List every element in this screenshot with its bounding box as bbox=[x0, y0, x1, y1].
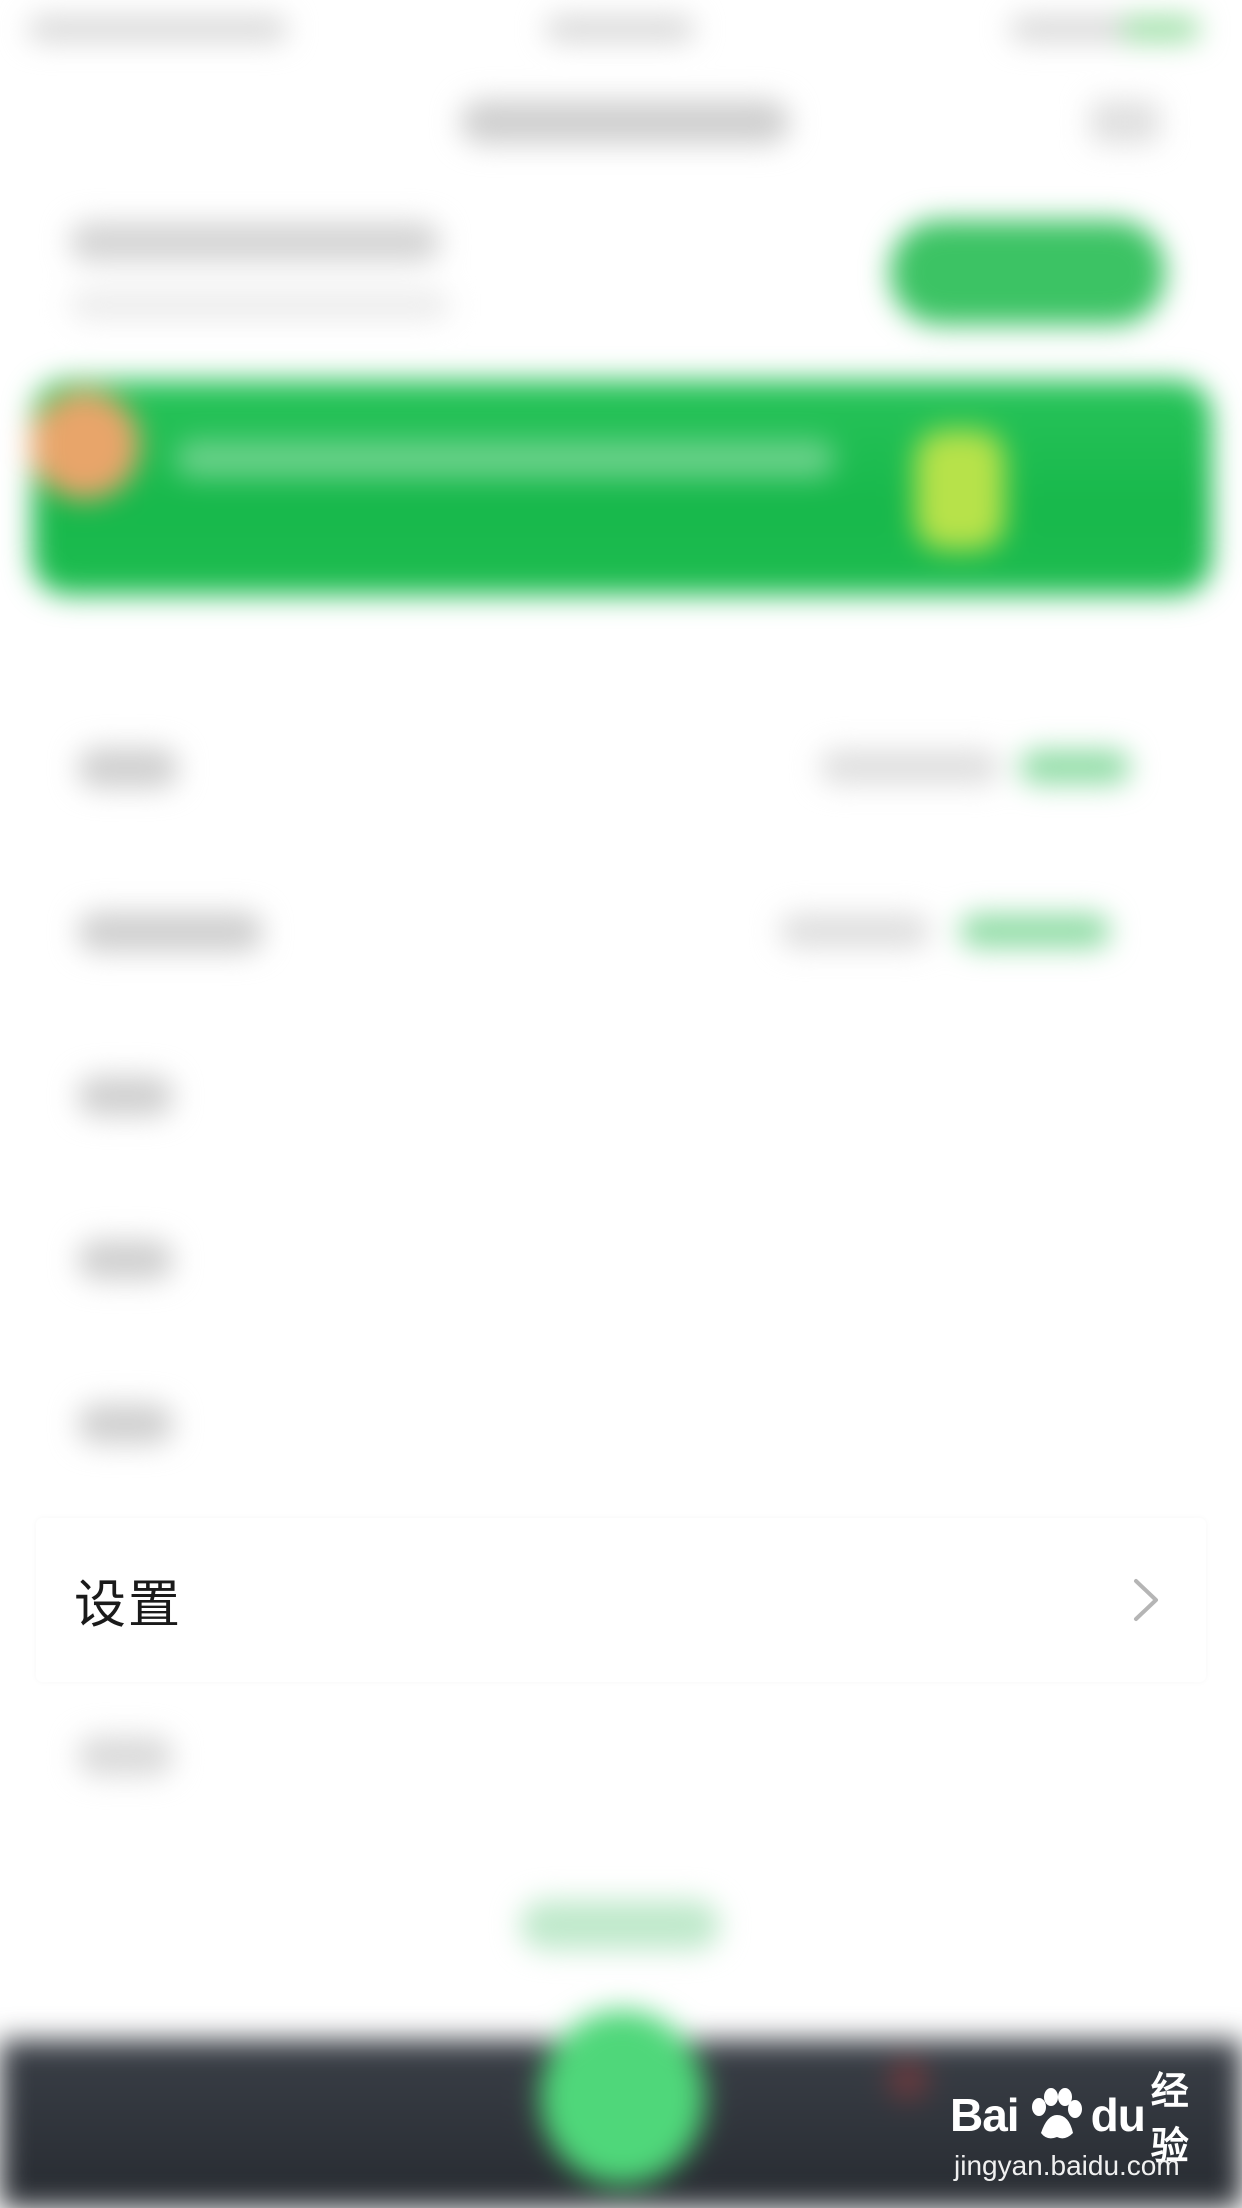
account-subtitle-blurred bbox=[70, 290, 450, 320]
menu-value-blurred bbox=[780, 914, 930, 948]
watermark-brand-text: Bai bbox=[950, 2089, 1020, 2141]
menu-label-blurred bbox=[78, 1240, 173, 1280]
nav-more-icon[interactable] bbox=[1090, 100, 1160, 144]
menu-row[interactable] bbox=[0, 1040, 1242, 1160]
watermark-logo: Bai du 经验 bbox=[950, 2069, 1220, 2168]
menu-row[interactable] bbox=[0, 1204, 1242, 1324]
banner-text-blurred bbox=[175, 440, 835, 478]
watermark-brand-suffix: du bbox=[1090, 2089, 1146, 2141]
screen: 设置 Bai du 经验 jingyan.baidu.com bbox=[0, 0, 1242, 2208]
chevron-right-icon bbox=[1128, 1575, 1164, 1625]
banner-figure-icon bbox=[915, 430, 1005, 550]
settings-label: 设置 bbox=[74, 1575, 183, 1636]
watermark-url: jingyan.baidu.com bbox=[954, 2150, 1180, 2181]
bottom-pill-blurred[interactable] bbox=[520, 1900, 720, 1950]
baidu-jingyan-watermark: Bai du 经验 jingyan.baidu.com bbox=[950, 2069, 1220, 2190]
menu-row[interactable] bbox=[0, 712, 1242, 832]
status-bar-left bbox=[28, 16, 288, 42]
menu-label-blurred bbox=[78, 1076, 173, 1116]
promo-banner[interactable] bbox=[32, 380, 1212, 595]
menu-row[interactable] bbox=[0, 876, 1242, 996]
menu-label-blurred bbox=[78, 748, 178, 788]
status-bar bbox=[0, 0, 1242, 64]
status-bar-right bbox=[1010, 16, 1200, 42]
settings-menu-item[interactable]: 设置 bbox=[36, 1518, 1206, 1682]
menu-label-blurred bbox=[78, 912, 263, 952]
account-name-blurred bbox=[70, 222, 440, 262]
menu-value-green-blurred bbox=[1020, 750, 1130, 784]
menu-row[interactable] bbox=[0, 1368, 1242, 1488]
menu-value-green-blurred bbox=[960, 914, 1110, 948]
menu-label-blurred bbox=[78, 1404, 173, 1444]
status-bar-center bbox=[545, 16, 695, 42]
tab-badge-dot bbox=[888, 2060, 928, 2100]
tab-center-button[interactable] bbox=[540, 2010, 705, 2185]
menu-label-blurred bbox=[78, 1736, 173, 1776]
baidu-paw-icon bbox=[1025, 2085, 1085, 2145]
blurred-background bbox=[0, 0, 1242, 2208]
menu-value-blurred bbox=[820, 750, 1000, 784]
menu-row[interactable] bbox=[0, 1700, 1242, 1820]
banner-avatar-icon bbox=[30, 390, 140, 500]
header-action-button[interactable] bbox=[890, 220, 1165, 325]
nav-title-blurred bbox=[460, 100, 790, 144]
